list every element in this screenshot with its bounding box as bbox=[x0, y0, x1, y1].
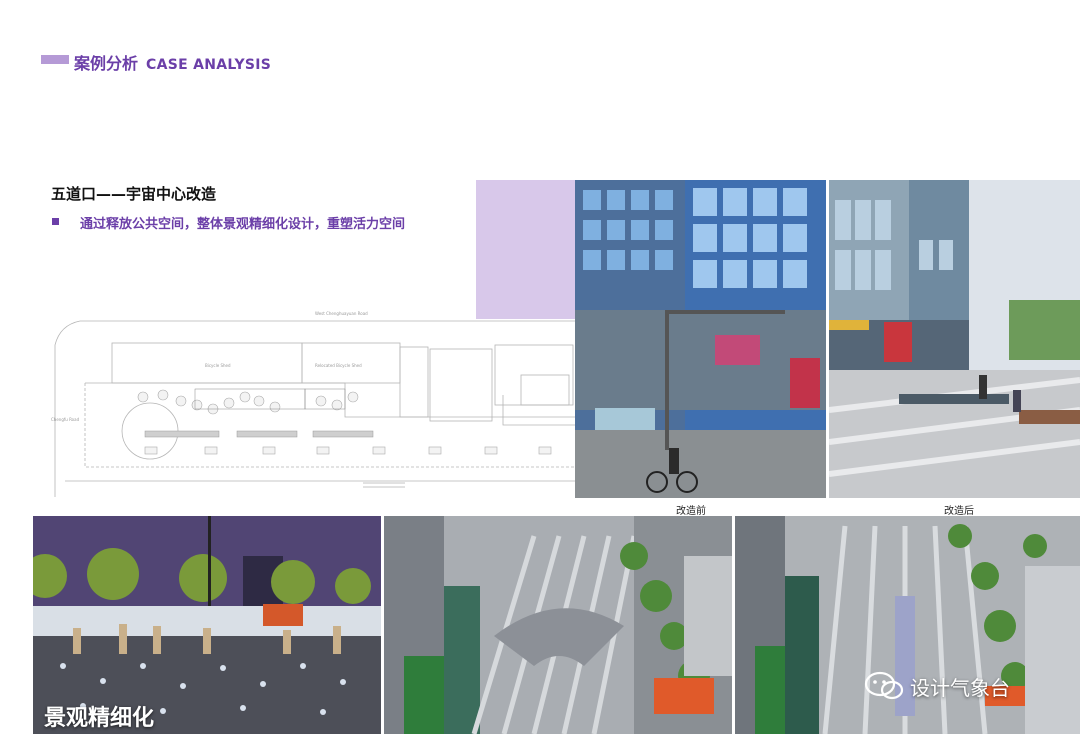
plan-shed-left-label: Bicycle Shed bbox=[205, 363, 231, 368]
site-plan-drawing: West Chenghuayuan Road Chengfu Road Bicy… bbox=[51, 311, 575, 497]
photo-before-renovation bbox=[575, 180, 826, 498]
plan-road-top-label: West Chenghuayuan Road bbox=[315, 311, 368, 316]
decorative-block bbox=[476, 180, 575, 319]
photo-aerial-plaza-1 bbox=[384, 516, 732, 734]
plan-road-left-label: Chengfu Road bbox=[51, 417, 80, 422]
section-title-cn: 案例分析 bbox=[74, 54, 139, 73]
section-title-en: CASE ANALYSIS bbox=[146, 57, 272, 73]
watermark-text: 设计气象台 bbox=[910, 675, 1010, 700]
caption-before: 改造前 bbox=[676, 506, 706, 517]
photo-aerial-plaza-2 bbox=[735, 516, 1080, 734]
header-accent-bar bbox=[41, 55, 69, 64]
case-title: 五道口——宇宙中心改造 bbox=[51, 185, 217, 203]
section-title: 案例分析 CASE ANALYSIS bbox=[74, 50, 271, 74]
watermark: 设计气象台 bbox=[864, 671, 1010, 701]
bullet-square-icon bbox=[52, 218, 59, 225]
caption-after: 改造后 bbox=[944, 506, 974, 517]
plan-shed-right-label: Relocated Bicycle Shed bbox=[315, 363, 362, 368]
wechat-icon bbox=[864, 671, 904, 700]
photo-after-renovation bbox=[829, 180, 1080, 498]
night-photo-caption: 景观精细化 bbox=[44, 706, 155, 731]
case-bullet-text: 通过释放公共空间，整体景观精细化设计，重塑活力空间 bbox=[80, 217, 406, 232]
